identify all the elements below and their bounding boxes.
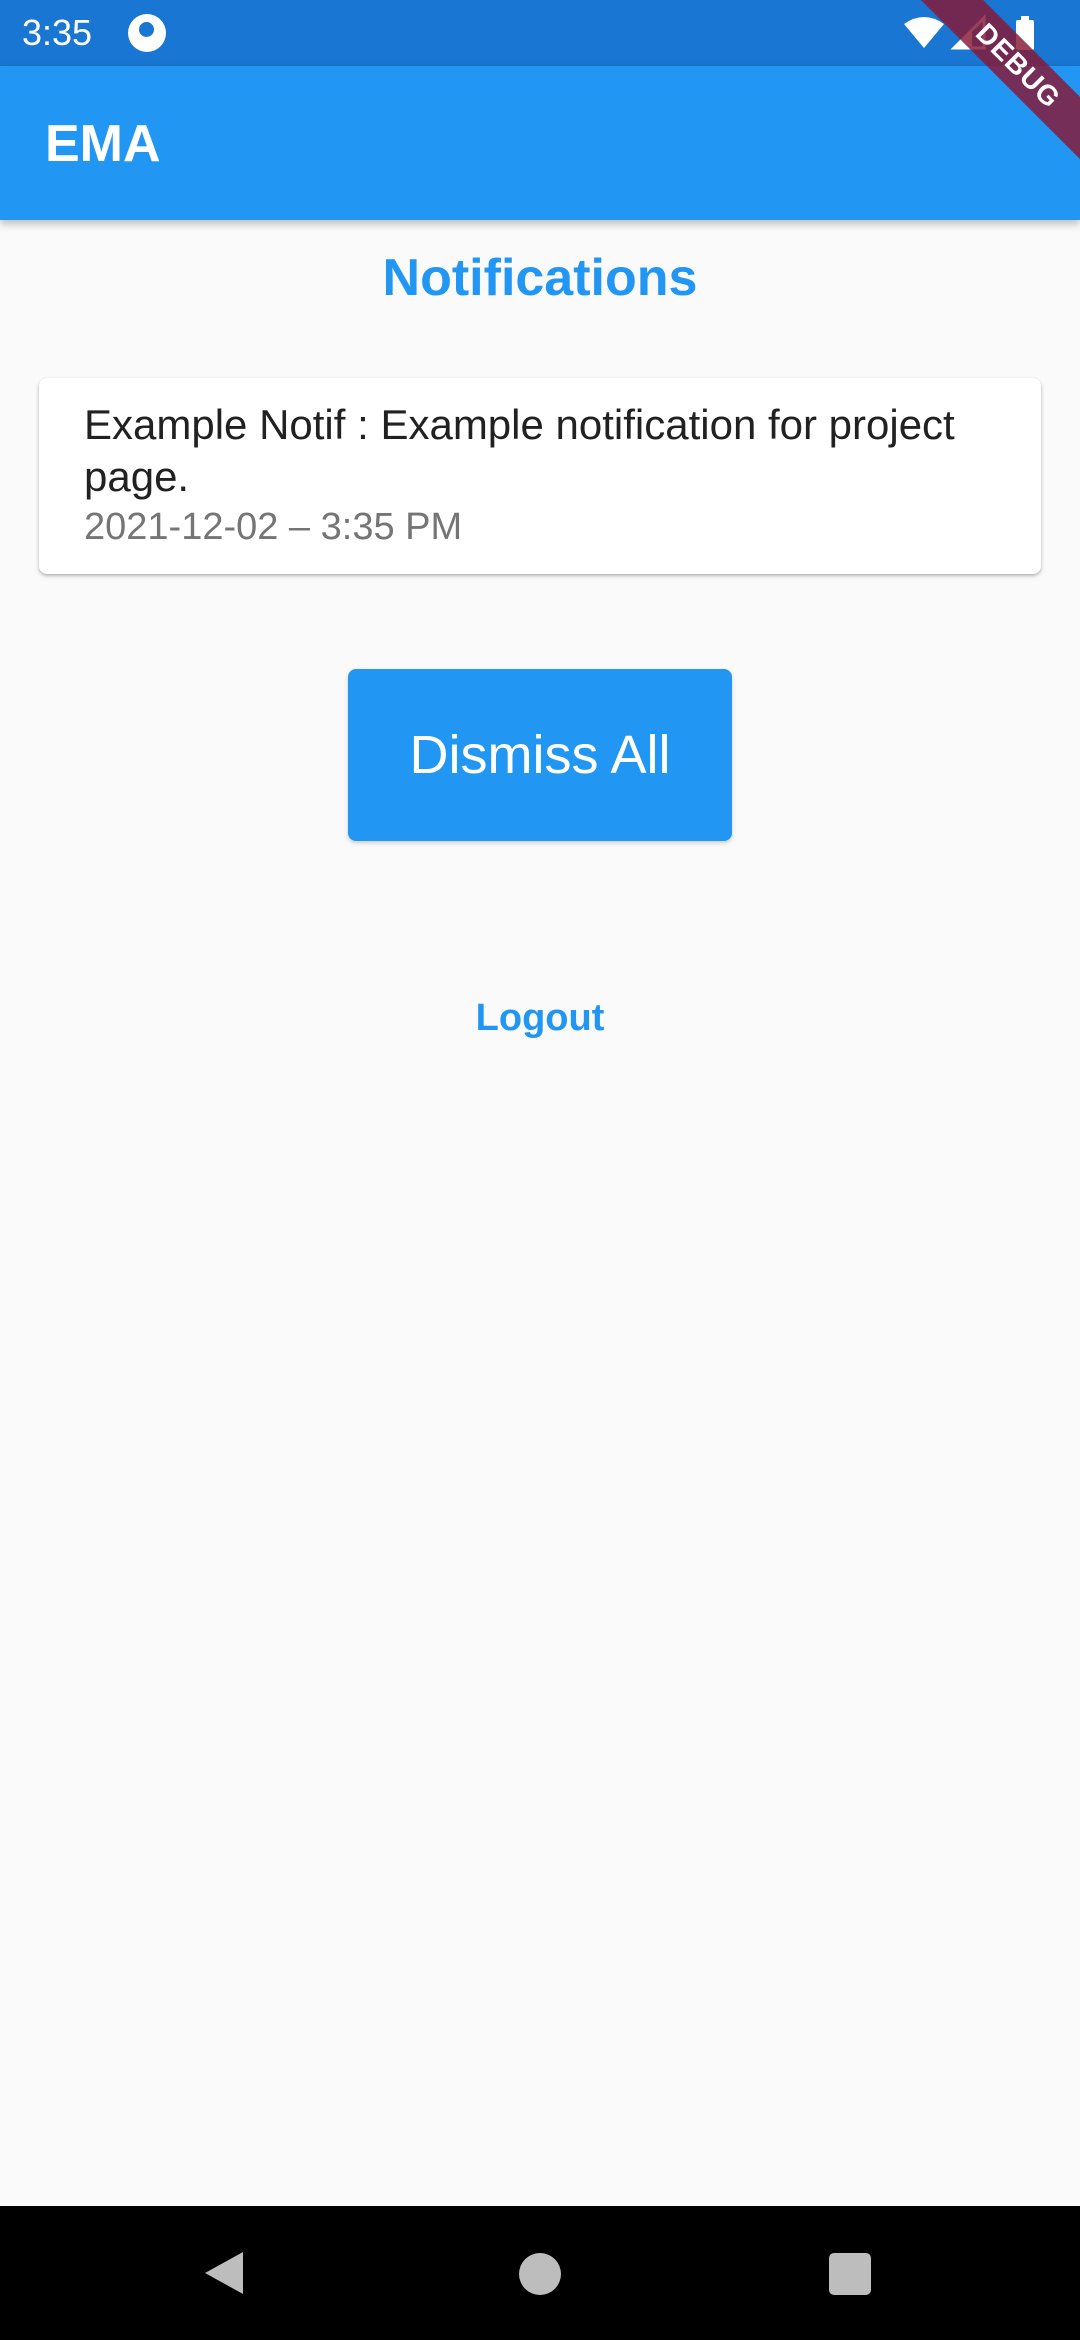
logout-button[interactable]: Logout xyxy=(440,990,640,1046)
status-bar: 3:35 xyxy=(0,0,1080,66)
navigation-bar xyxy=(0,2206,1080,2340)
notification-text: Example Notif : Example notification for… xyxy=(84,401,955,500)
notification-timestamp: 2021-12-02 – 3:35 PM xyxy=(84,506,463,548)
home-icon[interactable] xyxy=(519,2253,561,2295)
notification-app-icon xyxy=(128,14,166,52)
dismiss-all-button[interactable]: Dismiss All xyxy=(348,669,732,841)
status-time: 3:35 xyxy=(22,12,93,53)
wifi-icon xyxy=(904,17,944,48)
page-title: Notifications xyxy=(382,249,698,307)
app-bar: EMA xyxy=(0,66,1080,220)
back-icon[interactable] xyxy=(203,2250,247,2296)
app-title: EMA xyxy=(45,115,161,173)
recents-icon[interactable] xyxy=(829,2253,871,2295)
notification-card[interactable]: Example Notif : Example notification for… xyxy=(39,378,1041,574)
